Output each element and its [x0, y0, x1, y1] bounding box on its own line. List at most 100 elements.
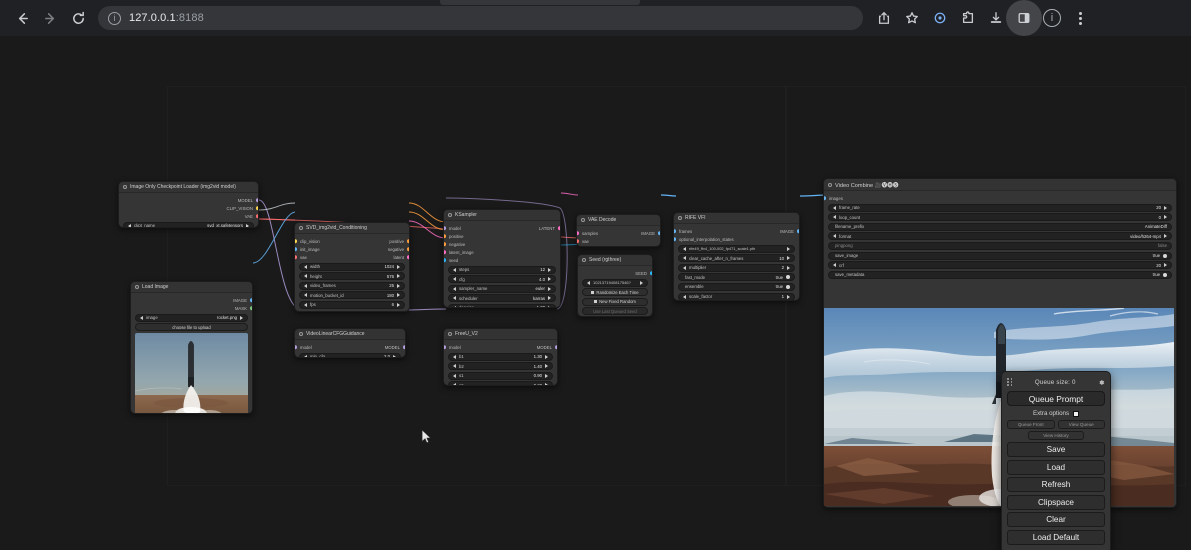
increment-arrow-icon[interactable] [545, 383, 548, 385]
widget-save-metadata[interactable]: save_metadata true [828, 270, 1172, 279]
io-row-model[interactable]: model MODEL [444, 343, 557, 351]
node-title-bar[interactable]: Video Combine 🎥🅥🅗🅢 [824, 179, 1176, 191]
output-slot-mask[interactable]: MASK [131, 304, 252, 312]
widget-height[interactable]: height 576 [299, 272, 405, 281]
decrement-arrow-icon[interactable] [304, 354, 307, 357]
increment-arrow-icon[interactable] [1164, 205, 1167, 210]
toggle-indicator-icon[interactable] [786, 284, 790, 289]
input-slot-optional-interpolation-states[interactable]: optional_interpolation_states [674, 235, 799, 243]
widget-b2[interactable]: b2 1.40 [448, 362, 553, 371]
collapse-toggle-icon[interactable] [582, 258, 586, 262]
output-slot-image[interactable]: IMAGE [131, 296, 252, 304]
decrement-arrow-icon[interactable] [304, 274, 307, 279]
increment-arrow-icon[interactable] [548, 296, 551, 301]
slot-dot-model-in[interactable] [295, 345, 297, 349]
collapse-toggle-icon[interactable] [448, 332, 452, 336]
node-title-bar[interactable]: KSampler [444, 210, 560, 221]
node-title-bar[interactable]: SVD_img2vid_Conditioning [295, 223, 409, 234]
collapse-toggle-icon[interactable] [299, 226, 303, 230]
collapse-toggle-icon[interactable] [135, 285, 139, 289]
increment-arrow-icon[interactable] [397, 302, 400, 307]
slot-dot-interp-states-in[interactable] [674, 237, 676, 241]
slot-dot-latent-out[interactable] [407, 255, 409, 259]
increment-arrow-icon[interactable] [393, 354, 396, 357]
widget-pingpong[interactable]: pingpong false [828, 241, 1172, 250]
load-default-button[interactable]: Load Default [1007, 529, 1105, 545]
extra-options-checkbox[interactable] [1073, 410, 1080, 417]
increment-arrow-icon[interactable] [787, 246, 790, 251]
address-bar[interactable]: i 127.0.0.1:8188 [98, 6, 863, 30]
refresh-button[interactable]: Refresh [1007, 477, 1105, 492]
decrement-arrow-icon[interactable] [453, 286, 456, 291]
node-vae-decode[interactable]: VAE Decode samples IMAGE vae [576, 214, 661, 247]
profile-avatar-icon[interactable]: i [1039, 5, 1065, 31]
bookmark-star-icon[interactable] [899, 5, 925, 31]
increment-arrow-icon[interactable] [397, 293, 400, 298]
widget-s2[interactable]: s2 0.20 [448, 381, 553, 385]
widget-loop-count[interactable]: loop_count 0 [828, 213, 1172, 222]
increment-arrow-icon[interactable] [787, 256, 790, 261]
output-slot-clip-vision[interactable]: CLIP_VISION [119, 204, 258, 212]
decrement-arrow-icon[interactable] [683, 256, 686, 261]
decrement-arrow-icon[interactable] [128, 223, 131, 227]
slot-dot-model-out[interactable] [555, 345, 557, 349]
widget-steps[interactable]: steps 12 [448, 265, 556, 274]
decrement-arrow-icon[interactable] [453, 277, 456, 282]
collapse-toggle-icon[interactable] [581, 218, 585, 222]
increment-arrow-icon[interactable] [397, 283, 400, 288]
slot-dot-seed-in[interactable] [444, 258, 446, 262]
widget-motion-bucket-id[interactable]: motion_bucket_id 180 [299, 291, 405, 300]
sidepanel-icon[interactable] [1006, 0, 1042, 36]
slot-dot-positive-in[interactable] [444, 234, 446, 238]
output-slot-seed[interactable]: SEED [578, 269, 652, 277]
slot-dot-mask[interactable] [250, 306, 252, 310]
extra-options-row[interactable]: Extra options [1007, 410, 1105, 417]
widget-augmentation-level[interactable]: augmentation_level 0.00 [299, 310, 405, 311]
input-slot-vae[interactable]: vae [577, 237, 660, 245]
slot-dot-images-in[interactable] [824, 196, 826, 200]
widget-b1[interactable]: b1 1.30 [448, 352, 553, 361]
widget-ensemble[interactable]: ensemble true [678, 282, 795, 291]
slot-dot-vae-in[interactable] [295, 255, 297, 259]
widget-s1[interactable]: s1 0.90 [448, 371, 553, 380]
increment-arrow-icon[interactable] [548, 267, 551, 272]
browser-menu-kebab-icon[interactable] [1067, 5, 1093, 31]
decrement-arrow-icon[interactable] [453, 267, 456, 272]
node-image-only-checkpoint-loader[interactable]: Image Only Checkpoint Loader (img2vid mo… [118, 181, 259, 228]
share-icon[interactable] [871, 5, 897, 31]
use-last-queued-seed-button[interactable]: Use Last Queued Seed [582, 307, 648, 316]
slot-dot-model-in[interactable] [444, 345, 446, 349]
widget-width[interactable]: width 1024 [299, 262, 405, 271]
video-combine-preview[interactable] [824, 308, 1174, 506]
increment-arrow-icon[interactable] [545, 373, 548, 378]
io-row-clip-vision-positive[interactable]: clip_vision positive [295, 237, 409, 245]
slot-dot-negative-out[interactable] [407, 247, 409, 251]
node-title-bar[interactable]: Image Only Checkpoint Loader (img2vid mo… [119, 182, 258, 193]
puzzle-extensions-icon[interactable] [955, 5, 981, 31]
comfyui-graph-canvas[interactable]: Image Only Checkpoint Loader (img2vid mo… [0, 36, 1191, 550]
increment-arrow-icon[interactable] [1164, 263, 1167, 268]
widget-crf[interactable]: crf 20 [828, 261, 1172, 270]
save-button[interactable]: Save [1007, 442, 1105, 457]
gear-icon[interactable] [1098, 373, 1105, 391]
upload-file-button[interactable]: choose file to upload [135, 323, 248, 332]
slot-dot-model-out[interactable] [403, 345, 405, 349]
widget-filename-prefix[interactable]: filename_prefix AnimateDiff [828, 222, 1172, 231]
slot-dot-clip-vision-in[interactable] [295, 239, 297, 243]
toggle-indicator-icon[interactable] [1163, 253, 1167, 258]
decrement-arrow-icon[interactable] [833, 205, 836, 210]
node-freeu-v2[interactable]: FreeU_V2 model MODEL b1 1.30 b2 1.40 s1 … [443, 328, 558, 386]
decrement-arrow-icon[interactable] [304, 283, 307, 288]
toggle-indicator-icon[interactable] [786, 275, 790, 280]
widget-scheduler[interactable]: scheduler karras [448, 294, 556, 303]
widget-save-image[interactable]: save_image true [828, 251, 1172, 260]
widget-format[interactable]: format video/h264-mp4 [828, 232, 1172, 241]
clipspace-button[interactable]: Clipspace [1007, 494, 1105, 510]
comfy-menu-panel[interactable]: Queue size: 0 Queue Prompt Extra options… [1001, 371, 1111, 550]
slot-dot-init-image-in[interactable] [295, 247, 297, 251]
decrement-arrow-icon[interactable] [453, 296, 456, 301]
decrement-arrow-icon[interactable] [833, 234, 836, 239]
collapse-toggle-icon[interactable] [123, 185, 127, 189]
queue-front-button[interactable]: Queue Front [1007, 420, 1055, 429]
io-row-init-image-negative[interactable]: init_image negative [295, 245, 409, 253]
